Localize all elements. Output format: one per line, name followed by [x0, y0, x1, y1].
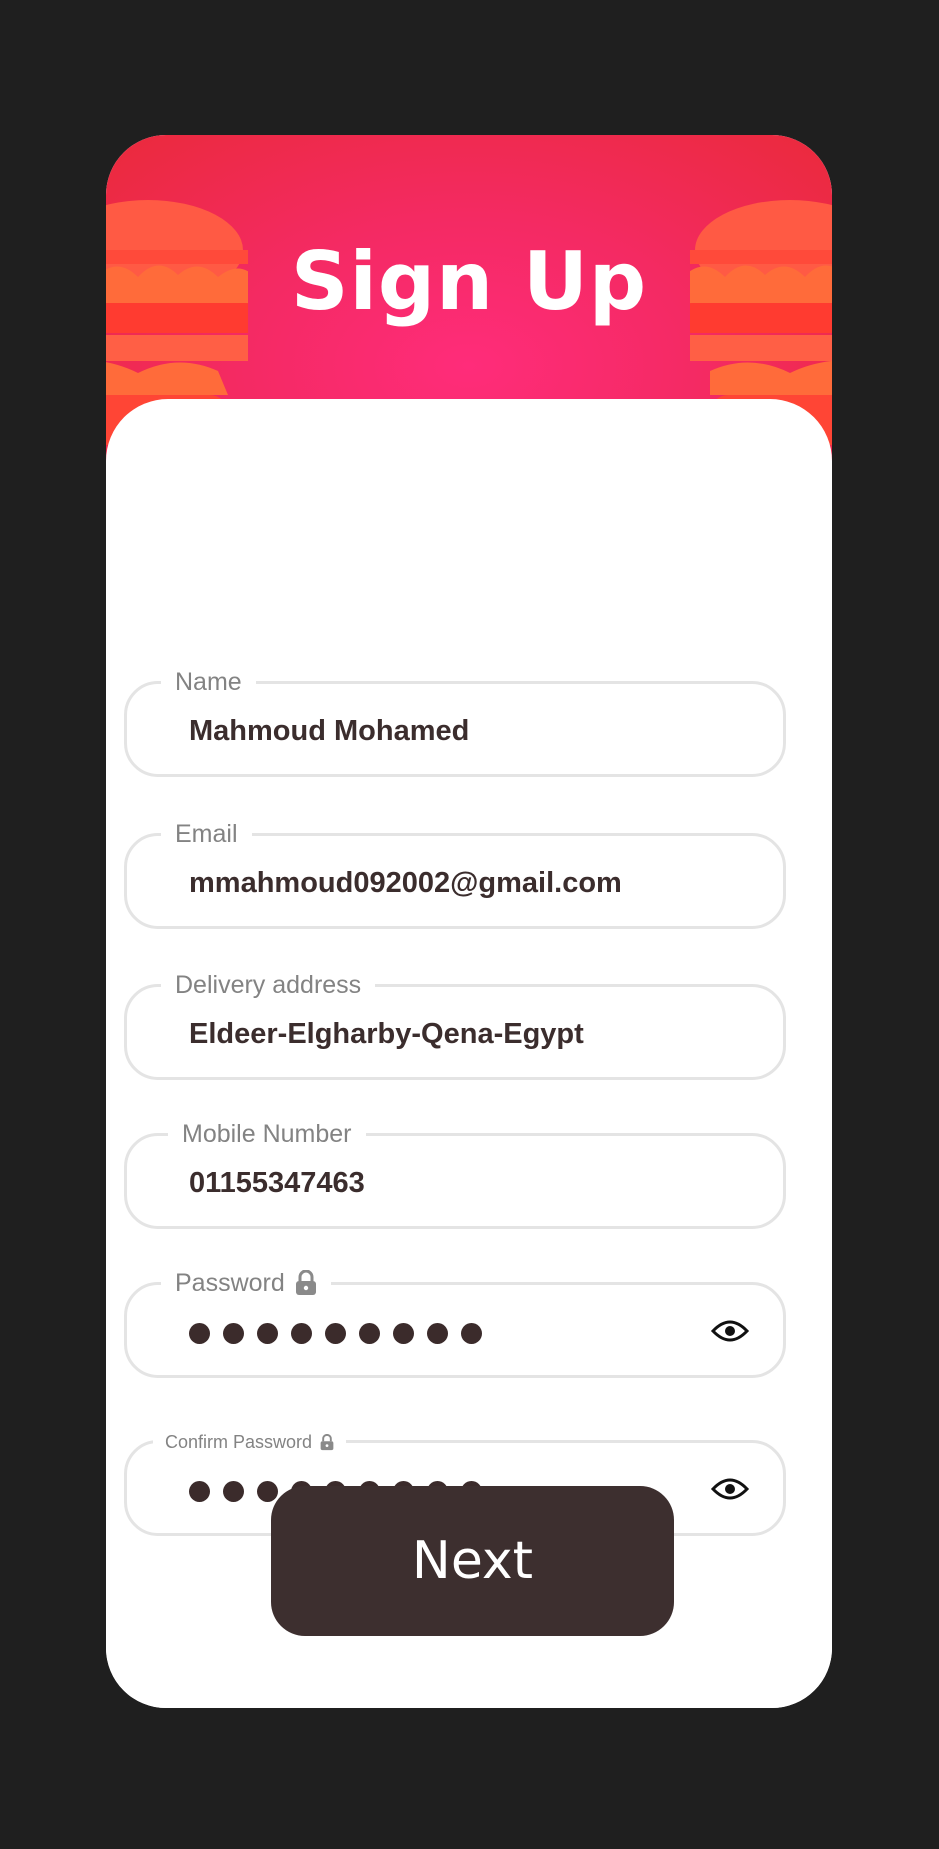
mobile-number-label: Mobile Number — [168, 1118, 366, 1150]
mask-dot — [393, 1323, 414, 1344]
mask-dot — [223, 1481, 244, 1502]
password-label: Password — [161, 1267, 331, 1299]
email-label: Email — [161, 818, 252, 850]
next-button[interactable]: Next — [271, 1486, 674, 1636]
email-value[interactable]: mmahmoud092002@gmail.com — [189, 866, 622, 900]
mobile-number-value[interactable]: 01155347463 — [189, 1166, 365, 1200]
eye-icon[interactable] — [711, 1475, 749, 1503]
signup-card: Sign Up Name Mahmoud Mohamed Email mmahm… — [106, 135, 832, 1708]
eye-icon[interactable] — [711, 1317, 749, 1345]
name-label: Name — [161, 666, 256, 698]
mask-dot — [189, 1481, 210, 1502]
delivery-address-value[interactable]: Eldeer-Elgharby-Qena-Egypt — [189, 1017, 584, 1051]
delivery-address-field[interactable]: Delivery address Eldeer-Elgharby-Qena-Eg… — [124, 969, 786, 1080]
lock-icon — [320, 1433, 334, 1450]
mask-dot — [257, 1323, 278, 1344]
mask-dot — [359, 1323, 380, 1344]
email-field[interactable]: Email mmahmoud092002@gmail.com — [124, 818, 786, 929]
password-masked-value[interactable] — [189, 1323, 482, 1344]
name-value[interactable]: Mahmoud Mohamed — [189, 714, 469, 748]
page-title: Sign Up — [290, 235, 648, 328]
mask-dot — [223, 1323, 244, 1344]
confirm-password-label: Confirm Password — [153, 1430, 347, 1454]
mask-dot — [325, 1323, 346, 1344]
mask-dot — [257, 1481, 278, 1502]
mask-dot — [291, 1323, 312, 1344]
password-label-text: Password — [175, 1269, 285, 1297]
confirm-password-label-text: Confirm Password — [165, 1432, 313, 1452]
mask-dot — [461, 1323, 482, 1344]
mobile-number-field[interactable]: Mobile Number 01155347463 — [124, 1118, 786, 1229]
lock-icon — [295, 1270, 316, 1295]
password-field[interactable]: Password — [124, 1267, 786, 1378]
mask-dot — [189, 1323, 210, 1344]
mask-dot — [427, 1323, 448, 1344]
delivery-address-label: Delivery address — [161, 969, 376, 1001]
name-field[interactable]: Name Mahmoud Mohamed — [124, 666, 786, 777]
